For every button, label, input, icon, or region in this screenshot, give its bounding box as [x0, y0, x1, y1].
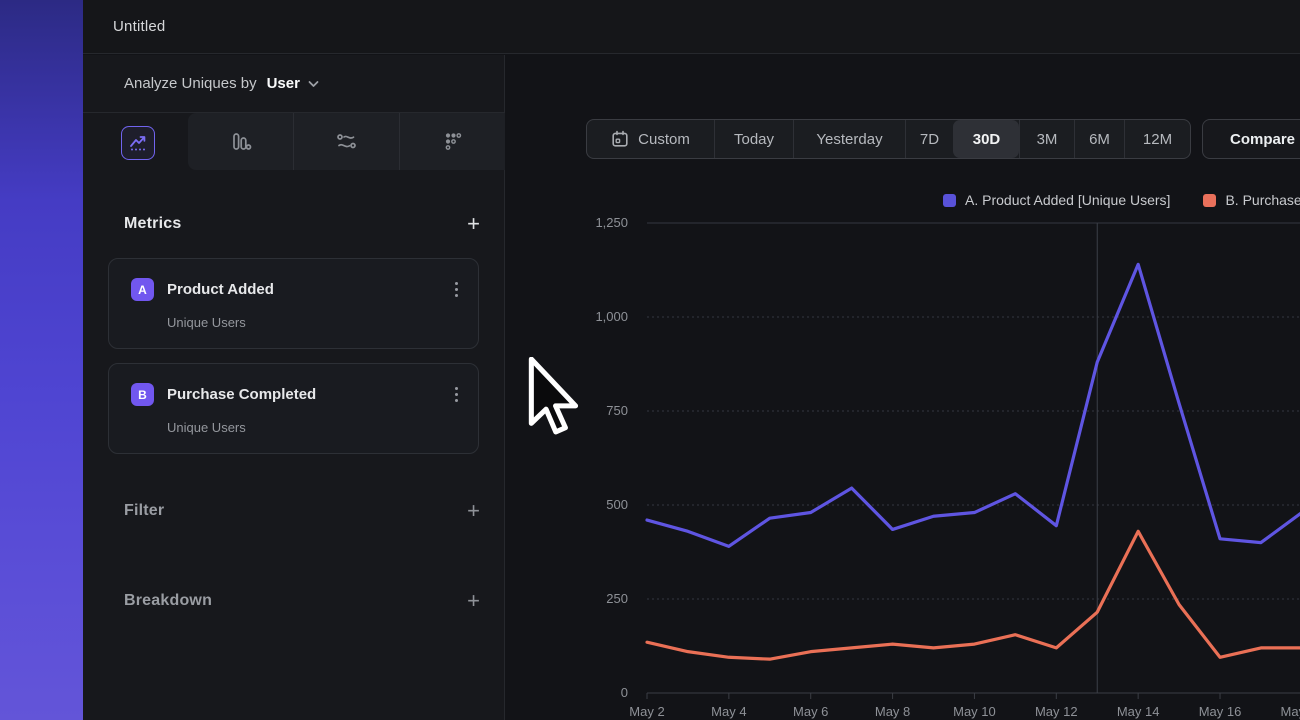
- metric-badge-a: A: [131, 278, 154, 301]
- add-filter-button[interactable]: +: [467, 500, 480, 522]
- svg-text:500: 500: [606, 497, 628, 512]
- svg-text:0: 0: [621, 685, 628, 700]
- calendar-icon: [611, 130, 629, 148]
- tab-funnel[interactable]: [399, 113, 505, 170]
- legend-item-a[interactable]: A. Product Added [Unique Users]: [943, 192, 1170, 208]
- svg-text:May 18: May 18: [1281, 704, 1300, 719]
- analyze-label: Analyze Uniques by: [124, 75, 257, 92]
- range-30d-button[interactable]: 30D: [953, 120, 1019, 158]
- svg-text:750: 750: [606, 403, 628, 418]
- line-chart[interactable]: 0 250 500 750 1,000 1,250 May 2 May 4 May 6 May 8…: [505, 210, 1300, 720]
- filter-header: Filter +: [124, 500, 480, 522]
- range-7d-button[interactable]: 7D: [905, 120, 953, 158]
- svg-text:May 4: May 4: [711, 704, 746, 719]
- left-gradient-strip: [0, 0, 83, 720]
- legend-item-b[interactable]: B. Purchase Completed [Unique Users]: [1203, 192, 1300, 208]
- compare-button[interactable]: Compare: [1202, 119, 1300, 159]
- tab-bar-chart[interactable]: [188, 113, 293, 170]
- analyze-entity-dropdown[interactable]: User: [267, 75, 300, 92]
- query-sidebar: Analyze Uniques by User: [83, 55, 505, 720]
- legend-swatch-a: [943, 194, 956, 207]
- metric-name: Product Added: [167, 281, 451, 298]
- range-6m-button[interactable]: 6M: [1074, 120, 1124, 158]
- chart-type-tabstrip: [188, 113, 505, 170]
- range-custom-button[interactable]: Custom: [587, 120, 714, 158]
- svg-text:May 2: May 2: [629, 704, 664, 719]
- kebab-menu-icon[interactable]: [451, 280, 462, 299]
- metric-card-b[interactable]: B Purchase Completed Unique Users: [108, 363, 479, 454]
- breakdown-title: Breakdown: [124, 592, 212, 610]
- metric-badge-b: B: [131, 383, 154, 406]
- kebab-menu-icon[interactable]: [451, 385, 462, 404]
- add-breakdown-button[interactable]: +: [467, 590, 480, 612]
- svg-text:May 12: May 12: [1035, 704, 1078, 719]
- funnel-dots-icon: [442, 131, 464, 153]
- svg-text:May 16: May 16: [1199, 704, 1242, 719]
- range-today-button[interactable]: Today: [714, 120, 793, 158]
- svg-text:1,250: 1,250: [595, 215, 628, 230]
- metrics-title: Metrics: [124, 215, 181, 233]
- range-yesterday-button[interactable]: Yesterday: [793, 120, 905, 158]
- svg-text:May 6: May 6: [793, 704, 828, 719]
- svg-text:May 10: May 10: [953, 704, 996, 719]
- analyze-row: Analyze Uniques by User: [83, 55, 505, 113]
- flow-icon: [336, 131, 358, 153]
- bar-chart-icon: [230, 131, 252, 153]
- tab-line-chart[interactable]: [121, 126, 155, 160]
- tab-flow[interactable]: [293, 113, 399, 170]
- breakdown-header: Breakdown +: [124, 590, 480, 612]
- report-title[interactable]: Untitled: [113, 18, 165, 35]
- svg-text:1,000: 1,000: [595, 309, 628, 324]
- chevron-down-icon: [307, 78, 320, 90]
- svg-text:May 14: May 14: [1117, 704, 1160, 719]
- range-12m-button[interactable]: 12M: [1124, 120, 1190, 158]
- metric-card-a[interactable]: A Product Added Unique Users: [108, 258, 479, 349]
- metric-subtitle: Unique Users: [167, 315, 246, 330]
- filter-title: Filter: [124, 502, 164, 520]
- chart-legend: A. Product Added [Unique Users] B. Purch…: [943, 192, 1300, 208]
- legend-label: B. Purchase Completed [Unique Users]: [1225, 192, 1300, 208]
- legend-swatch-b: [1203, 194, 1216, 207]
- metric-subtitle: Unique Users: [167, 420, 246, 435]
- metric-name: Purchase Completed: [167, 386, 451, 403]
- range-3m-button[interactable]: 3M: [1019, 120, 1074, 158]
- add-metric-button[interactable]: +: [467, 213, 480, 235]
- svg-text:250: 250: [606, 591, 628, 606]
- legend-label: A. Product Added [Unique Users]: [965, 192, 1170, 208]
- metrics-header: Metrics +: [124, 213, 480, 235]
- date-range-selector: Custom Today Yesterday 7D 30D 3M 6M 12M: [586, 119, 1191, 159]
- top-bar: Untitled: [83, 0, 1300, 54]
- range-label: Custom: [638, 131, 690, 148]
- svg-text:May 8: May 8: [875, 704, 910, 719]
- line-chart-icon: [128, 133, 148, 153]
